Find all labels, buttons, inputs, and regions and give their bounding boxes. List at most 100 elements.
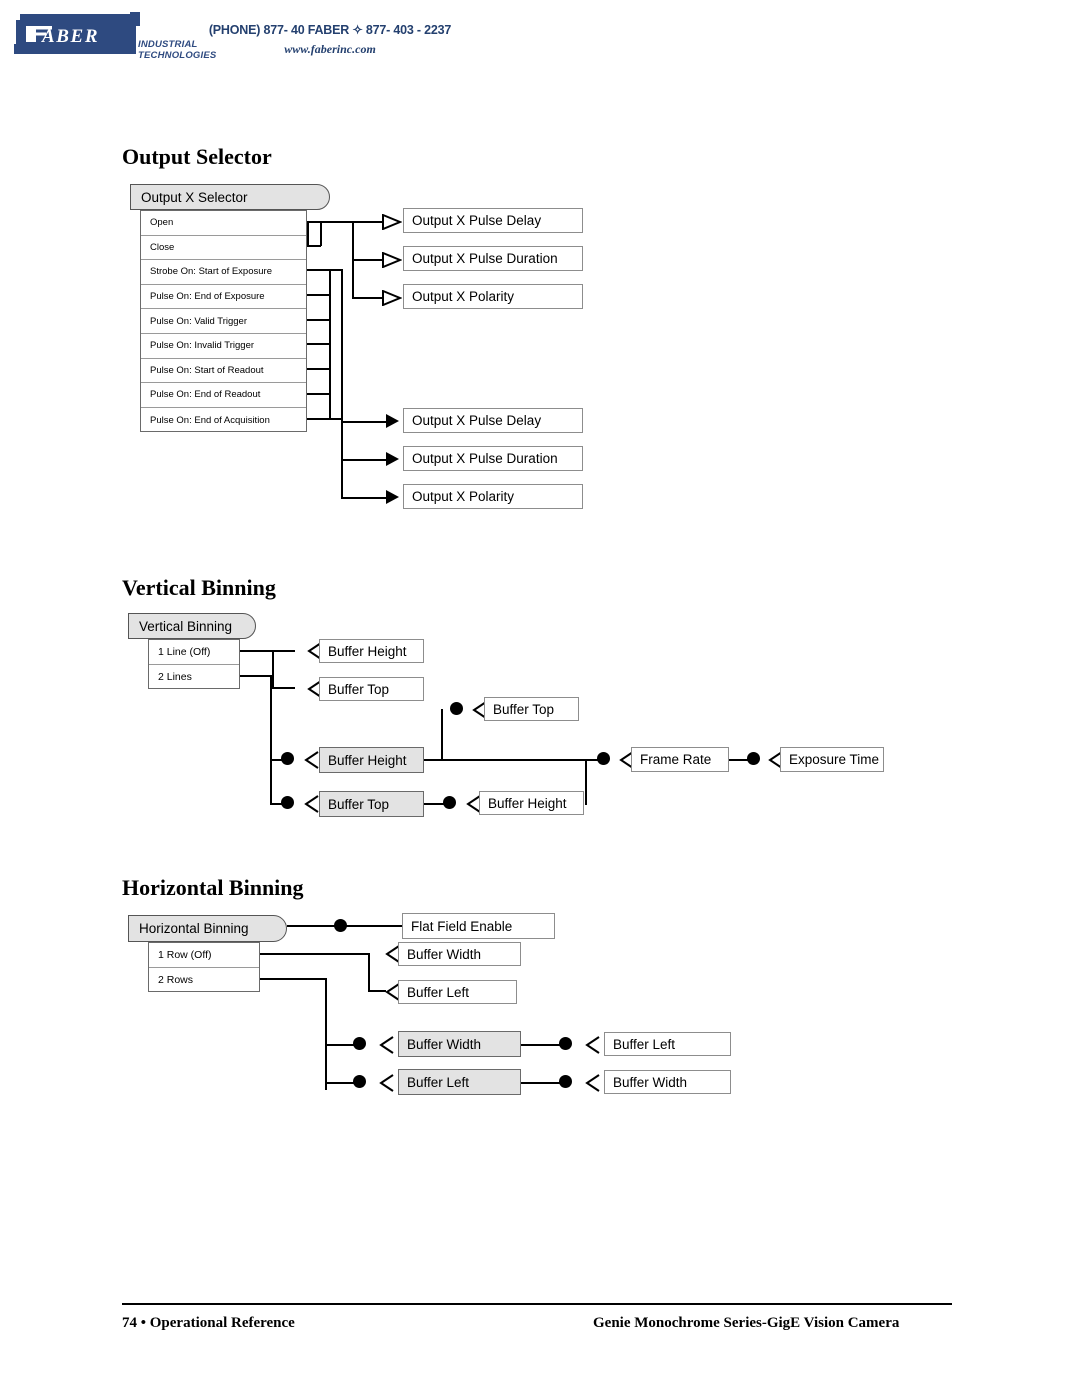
heading-vertical-binning: Vertical Binning bbox=[122, 575, 276, 600]
junction-dot bbox=[353, 1037, 366, 1050]
wire bbox=[325, 1044, 355, 1046]
node-vb-off-buffer-height[interactable]: Buffer Height bbox=[319, 639, 424, 663]
node-hb-chain-buffer-left[interactable]: Buffer Left bbox=[604, 1032, 731, 1056]
list-item[interactable]: 1 Line (Off) bbox=[149, 640, 239, 665]
vertical-binning-pill[interactable]: Vertical Binning bbox=[128, 613, 256, 639]
svg-text:ABER: ABER bbox=[41, 26, 99, 47]
faber-logo: ABER INDUSTRIAL TECHNOLOGIES bbox=[12, 10, 216, 62]
node-output-x-polarity-top[interactable]: Output X Polarity bbox=[403, 284, 583, 309]
junction-dot bbox=[353, 1075, 366, 1088]
wire bbox=[521, 1082, 561, 1084]
wire bbox=[341, 497, 391, 499]
junction-dot bbox=[281, 752, 294, 765]
footer-right-text: Genie Monochrome Series-GigE Vision Came… bbox=[593, 1315, 900, 1331]
node-hb-off-buffer-width[interactable]: Buffer Width bbox=[398, 942, 521, 966]
junction-dot bbox=[334, 919, 347, 932]
node-output-x-polarity-bottom[interactable]: Output X Polarity bbox=[403, 484, 583, 509]
junction-dot bbox=[443, 796, 456, 809]
output-x-selector-pill[interactable]: Output X Selector bbox=[130, 184, 330, 210]
wire bbox=[307, 245, 321, 247]
open-arrowhead-icon bbox=[382, 214, 402, 230]
list-item[interactable]: Pulse On: Valid Trigger bbox=[141, 309, 306, 334]
chevron-left-icon bbox=[585, 1036, 600, 1054]
node-vb-on-buffer-top[interactable]: Buffer Top bbox=[319, 791, 424, 817]
list-item[interactable]: 2 Rows bbox=[149, 968, 259, 993]
wire bbox=[307, 294, 330, 296]
node-output-x-pulse-delay-bottom[interactable]: Output X Pulse Delay bbox=[403, 408, 583, 433]
node-vb-off-buffer-top[interactable]: Buffer Top bbox=[319, 677, 424, 701]
wire bbox=[320, 221, 322, 246]
junction-dot bbox=[559, 1075, 572, 1088]
list-item[interactable]: Close bbox=[141, 236, 306, 261]
wire bbox=[260, 978, 327, 980]
horizontal-binning-option-list[interactable]: 1 Row (Off) 2 Rows bbox=[148, 942, 260, 992]
node-hb-on-buffer-width[interactable]: Buffer Width bbox=[398, 1031, 521, 1057]
open-arrowhead-icon bbox=[382, 252, 402, 268]
node-hb-off-buffer-left[interactable]: Buffer Left bbox=[398, 980, 517, 1004]
wire bbox=[368, 953, 370, 992]
list-item[interactable]: Pulse On: End of Acquisition bbox=[141, 408, 306, 433]
junction-dot bbox=[450, 702, 463, 715]
footer-left-text: 74 • Operational Reference bbox=[122, 1315, 295, 1331]
list-item[interactable]: Pulse On: End of Exposure bbox=[141, 285, 306, 310]
solid-arrowhead-icon bbox=[386, 490, 399, 504]
wire bbox=[441, 709, 443, 760]
list-item[interactable]: Pulse On: Invalid Trigger bbox=[141, 334, 306, 359]
heading-horizontal-binning: Horizontal Binning bbox=[122, 875, 304, 900]
list-item[interactable]: 2 Lines bbox=[149, 665, 239, 690]
node-vb-chain-buffer-height[interactable]: Buffer Height bbox=[479, 791, 584, 815]
wire bbox=[307, 418, 343, 420]
list-item[interactable]: Pulse On: Start of Readout bbox=[141, 359, 306, 384]
wire bbox=[585, 759, 587, 805]
wire bbox=[352, 297, 384, 299]
wire bbox=[329, 269, 331, 419]
node-vb-on-buffer-height[interactable]: Buffer Height bbox=[319, 747, 424, 773]
wire bbox=[270, 675, 272, 805]
wire bbox=[352, 221, 384, 223]
node-output-x-pulse-delay-top[interactable]: Output X Pulse Delay bbox=[403, 208, 583, 233]
list-item[interactable]: Open bbox=[141, 211, 306, 236]
wire bbox=[307, 221, 353, 223]
footer-divider bbox=[122, 1303, 952, 1305]
header-website[interactable]: www.faberinc.com bbox=[200, 42, 460, 57]
chevron-left-icon bbox=[379, 1036, 394, 1054]
output-selector-option-list[interactable]: Open Close Strobe On: Start of Exposure … bbox=[140, 210, 307, 432]
node-vb-frame-rate[interactable]: Frame Rate bbox=[631, 747, 729, 772]
chevron-left-icon bbox=[379, 1074, 394, 1092]
page-header: ABER INDUSTRIAL TECHNOLOGIES (PHONE) 877… bbox=[0, 0, 1080, 76]
node-output-x-pulse-duration-top[interactable]: Output X Pulse Duration bbox=[403, 246, 583, 271]
wire bbox=[307, 269, 343, 271]
list-item[interactable]: 1 Row (Off) bbox=[149, 943, 259, 968]
wire bbox=[260, 953, 370, 955]
wire bbox=[272, 687, 295, 689]
header-contact-block: (PHONE) 877- 40 FABER ✧ 877- 403 - 2237 … bbox=[200, 22, 460, 57]
wire bbox=[424, 759, 604, 761]
heading-output-selector: Output Selector bbox=[122, 144, 272, 169]
node-vb-chain-buffer-top[interactable]: Buffer Top bbox=[484, 697, 579, 721]
wire bbox=[272, 650, 274, 689]
solid-arrowhead-icon bbox=[386, 414, 399, 428]
horizontal-binning-pill[interactable]: Horizontal Binning bbox=[128, 915, 287, 942]
node-hb-on-buffer-left[interactable]: Buffer Left bbox=[398, 1069, 521, 1095]
chevron-left-icon bbox=[304, 751, 319, 769]
node-hb-chain-buffer-width[interactable]: Buffer Width bbox=[604, 1070, 731, 1094]
wire bbox=[352, 259, 384, 261]
node-hb-flat-field-enable[interactable]: Flat Field Enable bbox=[402, 913, 555, 939]
wire bbox=[325, 1082, 355, 1084]
wire bbox=[307, 393, 330, 395]
wire bbox=[341, 421, 391, 423]
wire bbox=[307, 343, 330, 345]
document-page: ABER INDUSTRIAL TECHNOLOGIES (PHONE) 877… bbox=[0, 0, 1080, 1397]
wire bbox=[307, 221, 309, 246]
node-output-x-pulse-duration-bottom[interactable]: Output X Pulse Duration bbox=[403, 446, 583, 471]
open-arrowhead-icon bbox=[382, 290, 402, 306]
node-vb-exposure-time[interactable]: Exposure Time bbox=[780, 747, 884, 772]
junction-dot bbox=[597, 752, 610, 765]
list-item[interactable]: Pulse On: End of Readout bbox=[141, 383, 306, 408]
vertical-binning-option-list[interactable]: 1 Line (Off) 2 Lines bbox=[148, 639, 240, 689]
wire bbox=[307, 319, 330, 321]
wire bbox=[240, 650, 295, 652]
junction-dot bbox=[559, 1037, 572, 1050]
list-item[interactable]: Strobe On: Start of Exposure bbox=[141, 260, 306, 285]
wire bbox=[240, 675, 272, 677]
